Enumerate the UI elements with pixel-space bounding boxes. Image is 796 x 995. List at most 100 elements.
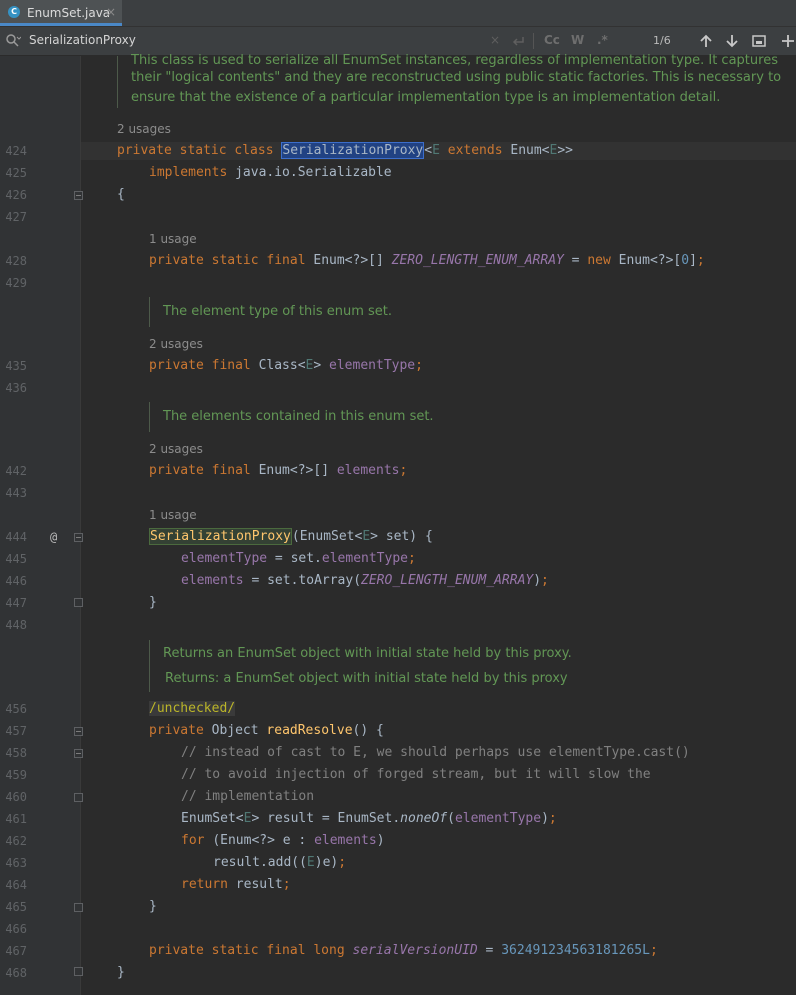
whole-words-toggle[interactable]: W [571, 33, 584, 47]
override-marker-icon[interactable]: @ [50, 530, 57, 544]
line-number: 465 [5, 900, 27, 914]
doc-comment-bar [149, 640, 150, 692]
fold-toggle-icon[interactable] [74, 533, 83, 542]
usages-hint[interactable]: 2 usages [149, 337, 203, 351]
code-line: private static class SerializationProxy<… [117, 142, 573, 159]
line-number: 436 [5, 381, 27, 395]
line-number: 425 [5, 166, 27, 180]
code-editor[interactable]: 424 425 426 427 428 429 435 436 442 443 … [0, 53, 796, 995]
line-number: 462 [5, 834, 27, 848]
gutter: 424 425 426 427 428 429 435 436 442 443 … [0, 56, 83, 995]
search-match-highlight: SerializationProxy [281, 142, 425, 159]
line-number: 461 [5, 812, 27, 826]
doc-comment-bar [117, 56, 118, 108]
doc-comment-line: This class is used to serialize all Enum… [131, 53, 778, 68]
line-number: 445 [5, 552, 27, 566]
line-number: 458 [5, 746, 27, 760]
line-number: 427 [5, 210, 27, 224]
doc-comment-bar [149, 297, 150, 327]
line-number: 443 [5, 486, 27, 500]
line-number: 457 [5, 724, 27, 738]
select-all-occurrences-icon[interactable] [751, 33, 767, 49]
search-input[interactable] [29, 33, 469, 47]
serial-version-value: 362491234563181265L [501, 943, 650, 958]
line-number: 456 [5, 702, 27, 716]
line-number: 466 [5, 922, 27, 936]
code-comment: // implementation [181, 789, 315, 804]
line-number: 444 [5, 530, 27, 544]
search-icon[interactable] [6, 34, 21, 48]
find-bar: × Cc W .* 1/6 [0, 27, 796, 56]
code-comment: // to avoid injection of forged stream, … [181, 767, 651, 782]
code-line: private final Class<E> elementType; [149, 358, 423, 373]
code-line: private final Enum<?>[] elements; [149, 463, 408, 478]
line-number: 468 [5, 966, 27, 980]
clear-search-icon[interactable]: × [490, 33, 500, 47]
code-line: private Object readResolve() { [149, 723, 384, 738]
code-line: EnumSet<E> result = EnumSet.noneOf(eleme… [181, 811, 557, 826]
line-number: 442 [5, 464, 27, 478]
line-number: 424 [5, 144, 27, 158]
add-occurrence-icon[interactable] [780, 33, 796, 49]
annotation: /unchecked/ [149, 701, 236, 716]
arrow-up-icon[interactable] [698, 33, 714, 49]
fold-end-icon[interactable] [74, 598, 83, 607]
fold-toggle-icon[interactable] [74, 191, 83, 200]
code-line: result.add((E)e); [213, 855, 347, 870]
fold-end-icon[interactable] [74, 903, 83, 912]
line-number: 428 [5, 254, 27, 268]
code-line: private static final Enum<?>[] ZERO_LENG… [149, 253, 705, 268]
line-number: 426 [5, 188, 27, 202]
line-number: 446 [5, 574, 27, 588]
doc-comment-line: The element type of this enum set. [163, 304, 393, 319]
code-line: private static final long serialVersionU… [149, 943, 658, 958]
toolbar-divider [533, 33, 534, 49]
regex-toggle[interactable]: .* [597, 33, 608, 47]
doc-comment-bar [149, 402, 150, 432]
new-line-icon[interactable] [510, 34, 526, 50]
fold-end-icon[interactable] [74, 793, 83, 802]
fold-end-icon[interactable] [74, 967, 83, 976]
code-line: { [117, 187, 125, 202]
search-match-highlight: SerializationProxy [149, 528, 292, 545]
tab-enumset-java[interactable]: C EnumSet.java × [0, 0, 122, 26]
line-number: 459 [5, 768, 27, 782]
fold-toggle-icon[interactable] [74, 749, 83, 758]
code-line: for (Enum<?> e : elements) [181, 833, 385, 848]
editor-tab-bar: C EnumSet.java × [0, 0, 796, 27]
code-line: } [117, 965, 125, 980]
line-number: 463 [5, 856, 27, 870]
arrow-down-icon[interactable] [724, 33, 740, 49]
code-line: implements java.io.Serializable [149, 165, 392, 180]
doc-comment-line: The elements contained in this enum set. [163, 409, 434, 424]
fold-toggle-icon[interactable] [74, 727, 83, 736]
usages-hint[interactable]: 2 usages [149, 442, 203, 456]
java-class-icon: C [8, 6, 20, 18]
doc-comment-line: Returns an EnumSet object with initial s… [163, 646, 572, 661]
tab-label: EnumSet.java [27, 6, 111, 20]
code-line: elementType = set.elementType; [181, 551, 416, 566]
code-line: return result; [181, 877, 291, 892]
close-icon[interactable]: × [106, 5, 116, 19]
code-line: } [149, 595, 157, 610]
line-number: 467 [5, 944, 27, 958]
doc-comment-line: Returns: a EnumSet object with initial s… [165, 671, 568, 686]
usages-hint[interactable]: 1 usage [149, 508, 197, 522]
match-case-toggle[interactable]: Cc [544, 33, 560, 47]
line-number: 435 [5, 359, 27, 373]
doc-comment-line: ensure that the existence of a particula… [131, 90, 721, 105]
line-number: 448 [5, 618, 27, 632]
line-number: 447 [5, 596, 27, 610]
line-number: 429 [5, 276, 27, 290]
line-number: 464 [5, 878, 27, 892]
usages-hint[interactable]: 1 usage [149, 232, 197, 246]
match-counter: 1/6 [653, 34, 671, 47]
code-line: } [149, 899, 157, 914]
code-line: SerializationProxy(EnumSet<E> set) { [149, 528, 433, 545]
usages-hint[interactable]: 2 usages [117, 122, 171, 136]
code-comment: // instead of cast to E, we should perha… [181, 745, 690, 760]
code-line: elements = set.toArray(ZERO_LENGTH_ENUM_… [181, 573, 549, 588]
line-number: 460 [5, 790, 27, 804]
doc-comment-line: their "logical contents" and they are re… [131, 70, 782, 85]
code-line: /unchecked/ [149, 700, 236, 718]
